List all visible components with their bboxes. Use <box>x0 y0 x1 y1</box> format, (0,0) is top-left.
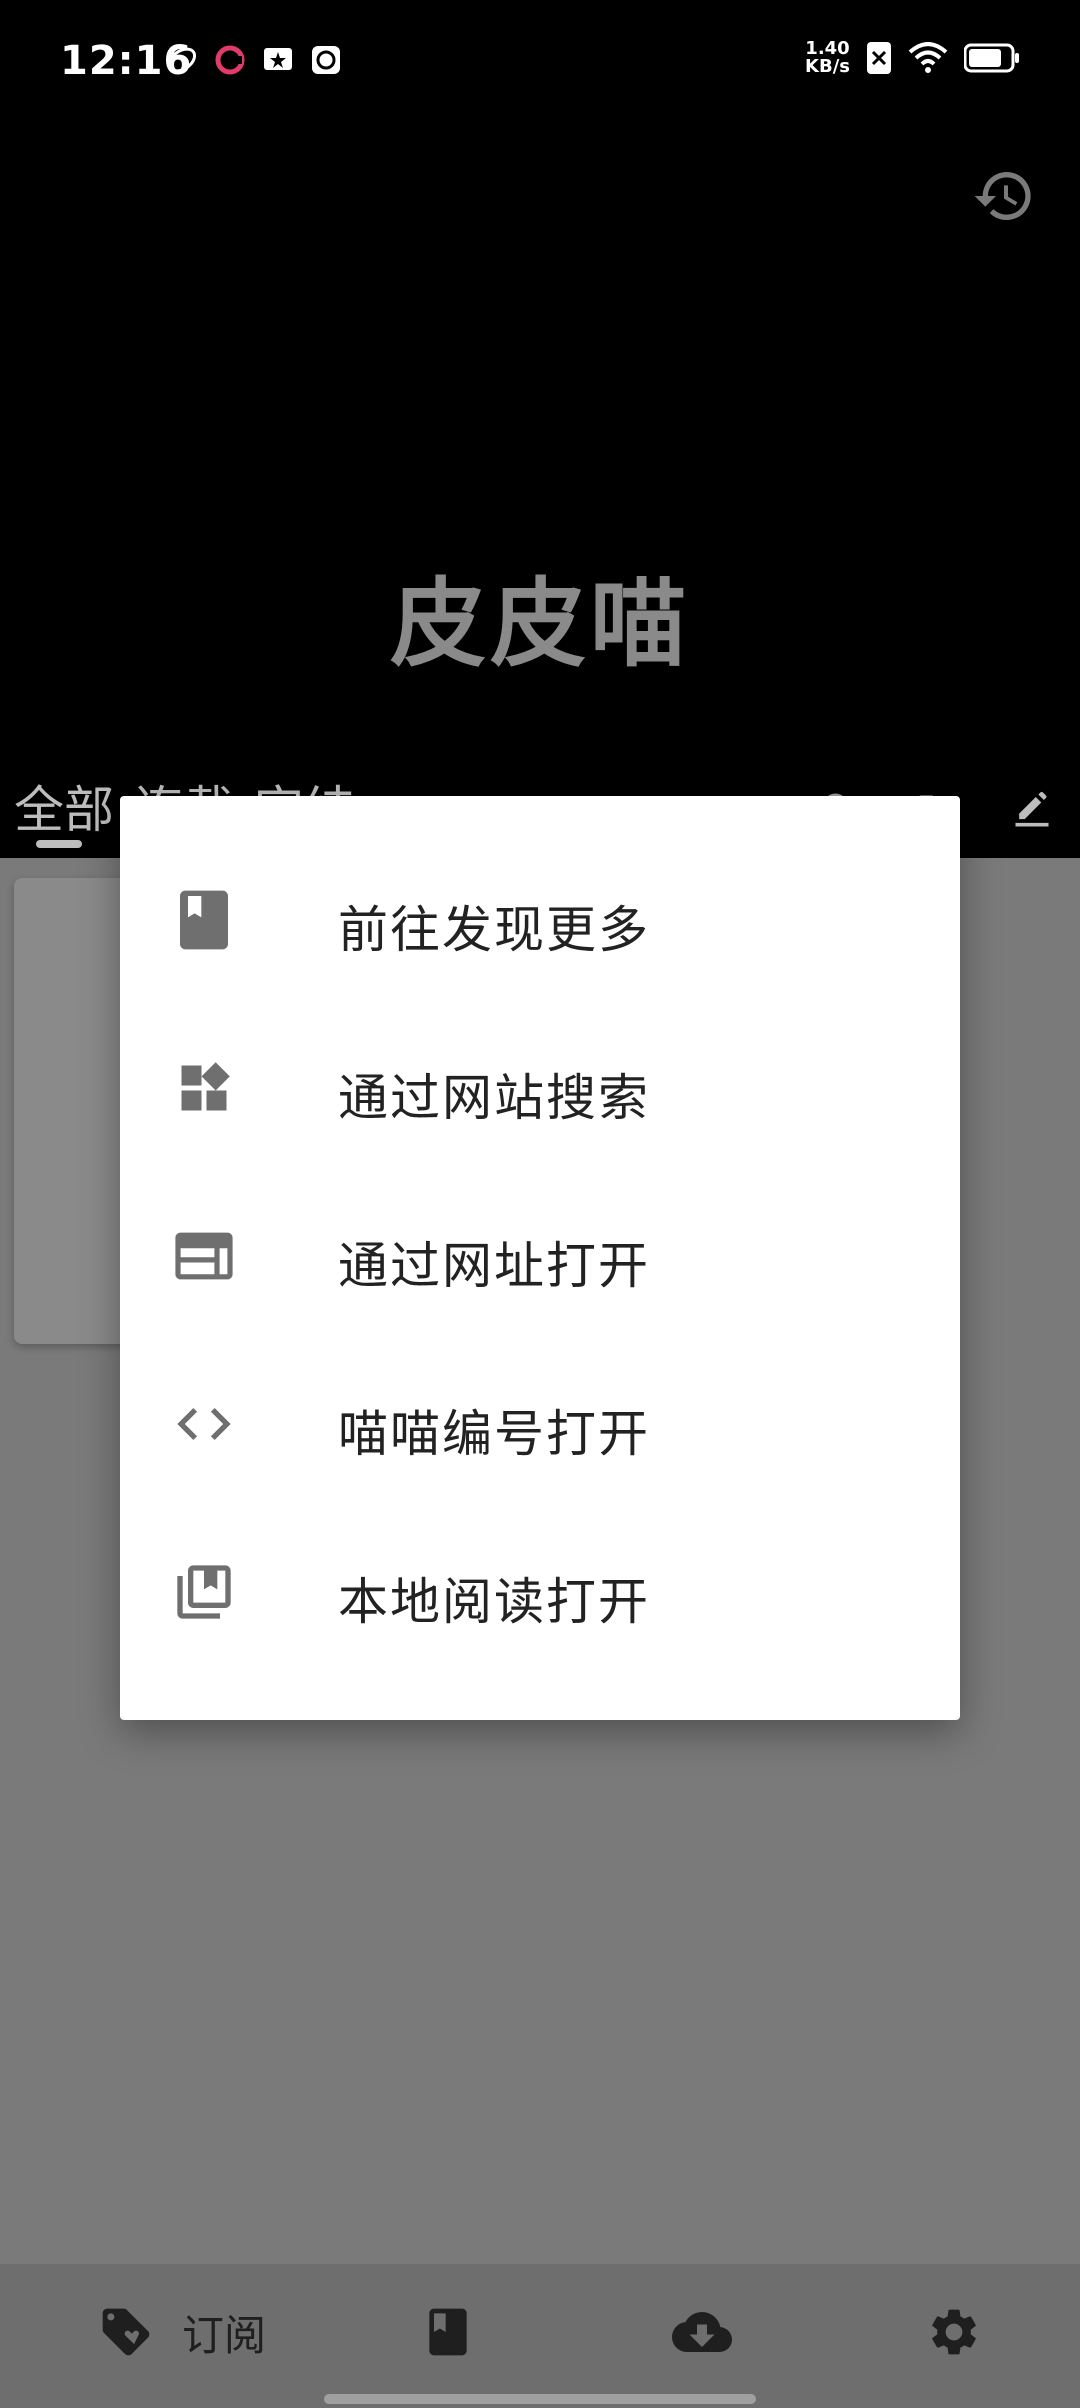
bottom-navigation: 订阅 <box>0 2264 1080 2408</box>
option-discover-more[interactable]: 前往发现更多 <box>120 836 960 1004</box>
network-speed: 1.40 KB/s <box>805 38 850 77</box>
home-indicator[interactable] <box>324 2394 756 2404</box>
cloud-download-icon <box>672 2312 732 2352</box>
option-label: 本地阅读打开 <box>338 1573 650 1631</box>
option-label: 喵喵编号打开 <box>338 1405 650 1463</box>
app-title: 皮皮喵 <box>390 568 690 680</box>
nav-subscribe[interactable]: 订阅 <box>98 2300 266 2364</box>
sim-disabled-icon <box>867 42 891 74</box>
option-search-by-site[interactable]: 通过网站搜索 <box>120 1004 960 1172</box>
system-icons: 1.40 KB/s <box>805 40 1020 76</box>
option-label: 通过网站搜索 <box>338 1069 650 1127</box>
history-button[interactable] <box>964 156 1044 236</box>
widgets-icon <box>172 1056 236 1120</box>
gear-icon <box>932 2309 976 2355</box>
option-open-by-url[interactable]: 通过网址打开 <box>120 1172 960 1340</box>
c-app-icon <box>215 45 245 75</box>
tab-all[interactable]: 全部 <box>14 770 114 842</box>
history-icon <box>974 172 1031 221</box>
nav-settings[interactable] <box>926 2300 982 2364</box>
nav-bookshelf[interactable] <box>420 2300 476 2364</box>
tab-indicator <box>36 840 82 848</box>
option-open-by-id[interactable]: 喵喵编号打开 <box>120 1340 960 1508</box>
edit-icon <box>1015 791 1049 827</box>
option-label: 前往发现更多 <box>338 901 650 959</box>
add-source-dialog: 前往发现更多 通过网站搜索 通过网址打开 喵喵编号打开 本地阅读打开 <box>120 796 960 1720</box>
book-card[interactable] <box>14 878 134 1344</box>
option-label: 通过网址打开 <box>338 1237 650 1295</box>
book-icon <box>429 2308 467 2356</box>
option-open-local[interactable]: 本地阅读打开 <box>120 1508 960 1676</box>
battery-icon <box>964 43 1019 73</box>
nav-subscribe-label: 订阅 <box>182 2310 267 2360</box>
wifi-icon <box>908 42 948 73</box>
star-message-icon <box>264 48 292 70</box>
camera-app-icon <box>312 46 340 74</box>
web-icon <box>172 1224 236 1288</box>
nav-download[interactable] <box>672 2300 732 2364</box>
book-icon <box>172 888 236 952</box>
code-icon <box>172 1392 236 1456</box>
dialog-option-list: 前往发现更多 通过网站搜索 通过网址打开 喵喵编号打开 本地阅读打开 <box>120 836 960 1676</box>
app-header: 皮皮喵 <box>0 128 1080 858</box>
notification-icons <box>166 44 342 76</box>
favorite-tag-icon <box>102 2308 150 2356</box>
status-bar: 12:16 1.40 KB/s <box>0 0 1080 128</box>
edit-button[interactable] <box>984 778 1080 842</box>
library-books-icon <box>172 1560 236 1624</box>
app-notification-icon <box>167 47 197 73</box>
